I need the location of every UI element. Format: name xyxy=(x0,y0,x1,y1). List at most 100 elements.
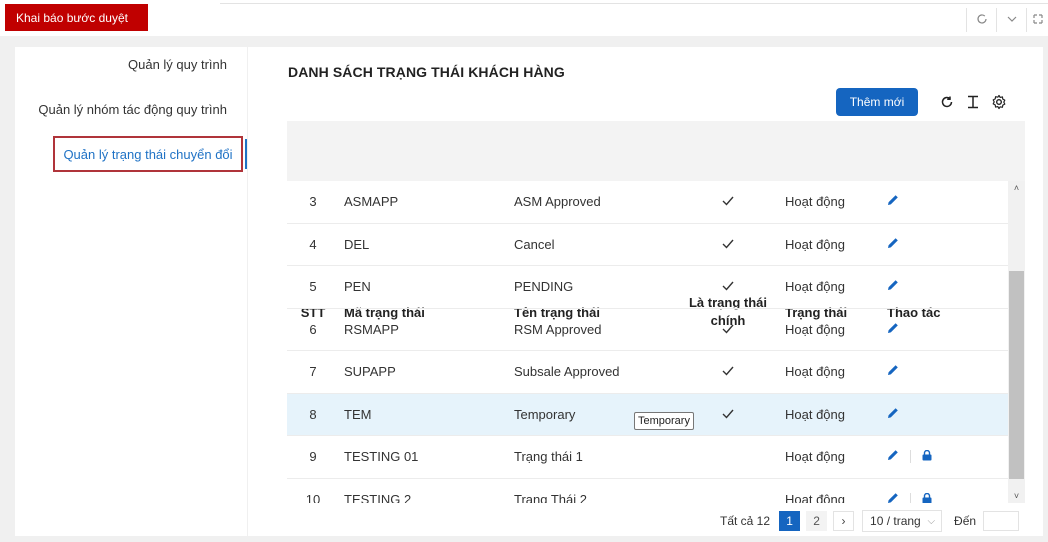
cell-code: TESTING 2 xyxy=(344,491,412,503)
cell-code: PEN xyxy=(344,279,371,295)
cell-stt: 9 xyxy=(309,449,317,465)
fullscreen-icon xyxy=(1032,13,1044,28)
edit-icon[interactable] xyxy=(887,449,899,464)
cell-tooltip: Temporary xyxy=(634,412,694,430)
scroll-down-icon[interactable]: ˅ xyxy=(1008,489,1025,503)
lock-icon[interactable] xyxy=(922,449,932,464)
customer-status-table: STT Mã trạng thái Tên trạng thái Là trạn… xyxy=(287,121,1025,503)
sidebar-item-label: Quản lý quy trình xyxy=(128,57,227,72)
cell-is-main xyxy=(687,436,769,478)
window-actions xyxy=(966,8,1048,32)
checkmark-icon xyxy=(722,322,734,337)
cell-stt: 3 xyxy=(309,194,317,210)
edit-icon[interactable] xyxy=(887,492,899,503)
cell-code: RSMAPP xyxy=(344,321,399,337)
cell-status: Hoạt động xyxy=(785,364,845,380)
edit-icon[interactable] xyxy=(887,194,899,209)
cell-code: DEL xyxy=(344,236,370,252)
cell-actions xyxy=(887,181,899,223)
cell-code: TEM xyxy=(344,406,372,422)
chevron-down-icon xyxy=(1006,13,1018,28)
sidebar-item-process-group[interactable]: Quản lý nhóm tác động quy trình xyxy=(38,102,227,117)
table-header: STT Mã trạng thái Tên trạng thái Là trạn… xyxy=(287,121,1025,328)
action-divider xyxy=(910,450,911,464)
lock-icon[interactable] xyxy=(922,492,932,503)
add-new-button[interactable]: Thêm mới xyxy=(836,88,918,116)
cell-code: ASMAPP xyxy=(344,194,399,210)
refresh-icon xyxy=(976,13,988,28)
table-row[interactable]: 9 TESTING 01 Trạng thái 1 Hoạt động xyxy=(287,436,1025,479)
cell-code: TESTING 01 xyxy=(344,449,419,465)
goto-label: Đến xyxy=(954,514,977,528)
cell-name: ASM Approved xyxy=(514,194,601,210)
scroll-up-icon[interactable]: ˄ xyxy=(1008,181,1025,195)
checkmark-icon xyxy=(722,364,734,379)
cell-status: Hoạt động xyxy=(785,449,845,465)
sidebar: Quản lý quy trình Quản lý nhóm tác động … xyxy=(15,47,247,536)
cell-stt: 4 xyxy=(309,236,317,252)
app-title-tab[interactable]: Khai báo bước duyệt xyxy=(5,4,148,31)
active-indicator xyxy=(245,139,247,169)
cell-is-main xyxy=(687,309,769,351)
edit-icon[interactable] xyxy=(887,279,899,294)
fullscreen-button[interactable] xyxy=(1026,8,1048,32)
collapse-button[interactable] xyxy=(996,8,1026,32)
sidebar-item-process[interactable]: Quản lý quy trình xyxy=(128,57,227,72)
chevron-down-icon: ⌵ xyxy=(927,515,936,527)
goto-page-input[interactable] xyxy=(983,511,1020,531)
edit-icon[interactable] xyxy=(887,322,899,337)
table-row[interactable]: 3 ASMAPP ASM Approved Hoạt động xyxy=(287,181,1025,224)
refresh-icon[interactable] xyxy=(937,92,957,112)
cell-actions xyxy=(887,436,932,478)
cell-code: SUPAPP xyxy=(344,364,396,380)
pagination-total: Tất cả 12 xyxy=(720,514,771,528)
cell-stt: 5 xyxy=(309,279,317,295)
top-divider xyxy=(220,3,1048,4)
table-row[interactable]: 4 DEL Cancel Hoạt động xyxy=(287,224,1025,266)
cell-name: Subsale Approved xyxy=(514,364,620,380)
cell-actions xyxy=(887,479,932,503)
page-size-select[interactable]: 10 / trang ⌵ xyxy=(862,510,943,532)
table-scrollbar[interactable]: ˄ ˅ xyxy=(1008,181,1025,503)
cell-status: Hoạt động xyxy=(785,194,845,210)
next-page-button[interactable]: › xyxy=(833,511,855,531)
settings-icon[interactable] xyxy=(989,92,1009,112)
sidebar-item-status-transition[interactable]: Quản lý trạng thái chuyển đổi xyxy=(53,136,243,172)
cell-actions xyxy=(887,394,899,436)
cell-is-main xyxy=(687,351,769,393)
table-body[interactable]: 3 ASMAPP ASM Approved Hoạt động 4 DEL Cancel Ho… xyxy=(287,181,1025,503)
refresh-window-button[interactable] xyxy=(966,8,996,32)
table-row[interactable]: 5 PEN PENDING Hoạt động xyxy=(287,266,1025,309)
scroll-thumb[interactable] xyxy=(1009,271,1024,479)
cell-is-main xyxy=(687,479,769,504)
cell-name: Temporary xyxy=(514,406,576,422)
page-2-button[interactable]: 2 xyxy=(806,511,828,531)
edit-icon[interactable] xyxy=(887,237,899,252)
page-title: DANH SÁCH TRẠNG THÁI KHÁCH HÀNG xyxy=(288,64,565,80)
cell-name: PENDING xyxy=(514,279,574,295)
chevron-right-icon: › xyxy=(841,514,846,528)
cell-status: Hoạt động xyxy=(785,321,845,337)
cell-actions xyxy=(887,224,899,266)
checkmark-icon xyxy=(722,237,734,252)
table-row[interactable]: 7 SUPAPP Subsale Approved Hoạt động xyxy=(287,351,1025,394)
cell-actions xyxy=(887,309,899,351)
checkmark-icon xyxy=(722,194,734,209)
text-height-icon[interactable] xyxy=(963,92,983,112)
checkmark-icon xyxy=(722,407,734,422)
cell-stt: 10 xyxy=(305,491,321,503)
edit-icon[interactable] xyxy=(887,364,899,379)
checkmark-icon xyxy=(722,279,734,294)
cell-stt: 7 xyxy=(309,364,317,380)
table-row[interactable]: 6 RSMAPP RSM Approved Hoạt động xyxy=(287,309,1025,351)
cell-stt: 8 xyxy=(309,406,317,422)
page-1-button[interactable]: 1 xyxy=(779,511,801,531)
cell-is-main xyxy=(687,224,769,266)
table-row[interactable]: 10 TESTING 2 Trạng Thái 2 Hoạt động xyxy=(287,479,1025,504)
edit-icon[interactable] xyxy=(887,407,899,422)
main-panel: DANH SÁCH TRẠNG THÁI KHÁCH HÀNG Thêm mới… xyxy=(248,47,1043,536)
sidebar-item-label: Quản lý nhóm tác động quy trình xyxy=(38,102,227,117)
cell-status: Hoạt động xyxy=(785,279,845,295)
pagination: Tất cả 12 1 2 › 10 / trang ⌵ Đến xyxy=(720,510,1020,532)
cell-name: Cancel xyxy=(514,236,555,252)
